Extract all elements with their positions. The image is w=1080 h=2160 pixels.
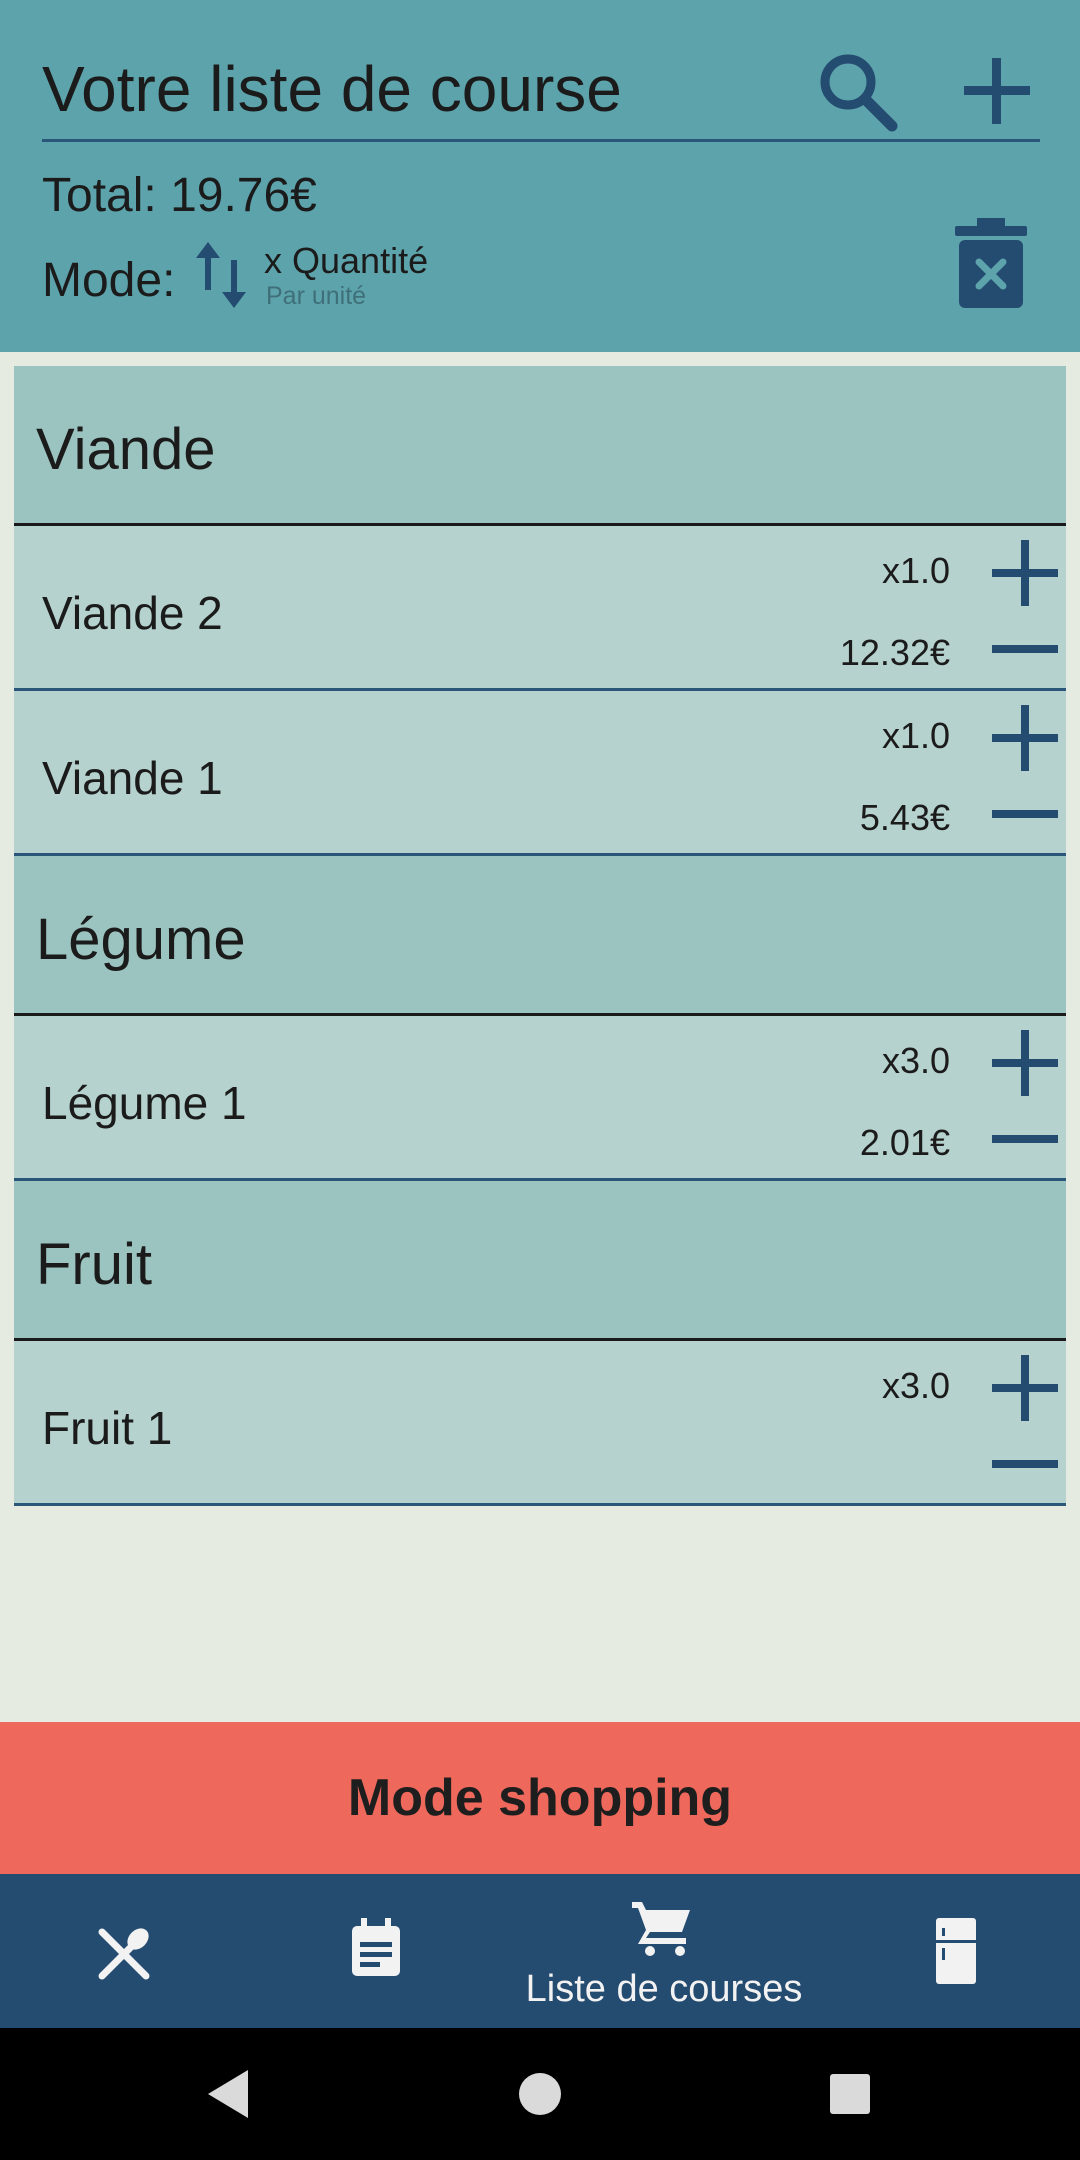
back-icon[interactable] <box>200 2064 260 2124</box>
item-price: 12.32€ <box>839 632 950 673</box>
minus-icon[interactable] <box>992 634 1058 664</box>
item-price: 5.43€ <box>859 797 950 838</box>
item-quantity: x3.0 <box>881 1365 950 1406</box>
minus-icon[interactable] <box>992 1124 1058 1154</box>
list-item[interactable]: Fruit 1 x3.0 <box>14 1341 1066 1506</box>
fridge-icon <box>936 1918 976 1984</box>
search-icon <box>820 54 898 132</box>
item-name: Fruit 1 <box>42 1402 173 1454</box>
nav-item-planning[interactable] <box>248 1874 504 2028</box>
item-name: Viande 1 <box>42 752 223 804</box>
item-name: Légume 1 <box>42 1077 247 1129</box>
plus-icon[interactable] <box>992 705 1058 771</box>
nav-item-shopping-list[interactable]: Liste de courses <box>504 1874 824 2028</box>
nav-item-recipes[interactable] <box>0 1874 248 2028</box>
mode-label: Mode: <box>42 254 176 307</box>
page-title: Votre liste de course <box>42 53 622 125</box>
list-item[interactable]: Viande 1 x1.0 5.43€ <box>14 691 1066 856</box>
plus-icon[interactable] <box>992 1030 1058 1096</box>
swap-vertical-icon <box>196 242 246 308</box>
mode-secondary-text: Par unité <box>266 282 367 310</box>
delete-list-button[interactable] <box>955 218 1027 308</box>
category-header[interactable]: Légume <box>14 856 1066 1016</box>
category-label: Légume <box>36 907 246 972</box>
item-quantity: x3.0 <box>881 1040 950 1081</box>
title-row: Votre liste de course <box>42 38 1040 142</box>
home-icon[interactable] <box>510 2064 570 2124</box>
plus-icon[interactable] <box>992 540 1058 606</box>
bottom-navigation: Liste de courses <box>0 1874 1080 2028</box>
mode-toggle[interactable]: x Quantité Par unité <box>196 238 476 318</box>
app-header: Votre liste de course Total: 19.76€ Mode… <box>0 0 1080 352</box>
item-name: Viande 2 <box>42 587 223 639</box>
recents-icon[interactable] <box>820 2064 880 2124</box>
shopping-list: Viande Viande 2 x1.0 12.32€ Viande 1 x1.… <box>14 366 1066 1506</box>
calendar-icon <box>352 1918 400 1976</box>
category-header[interactable]: Fruit <box>14 1181 1066 1341</box>
plus-icon <box>964 58 1030 124</box>
plus-icon[interactable] <box>992 1355 1058 1421</box>
minus-icon[interactable] <box>992 799 1058 829</box>
item-quantity: x1.0 <box>881 550 950 591</box>
total-amount: Total: 19.76€ <box>42 169 317 222</box>
search-button[interactable] <box>812 46 902 136</box>
category-header[interactable]: Viande <box>14 366 1066 526</box>
mode-shopping-button[interactable]: Mode shopping <box>0 1722 1080 1874</box>
category-label: Viande <box>36 417 216 482</box>
add-item-button[interactable] <box>952 46 1042 136</box>
cart-icon <box>632 1902 690 1956</box>
category-label: Fruit <box>36 1232 152 1297</box>
nav-item-fridge[interactable] <box>824 1874 1080 2028</box>
list-item[interactable]: Légume 1 x3.0 2.01€ <box>14 1016 1066 1181</box>
utensils-icon <box>98 1928 150 1980</box>
minus-icon[interactable] <box>992 1449 1058 1479</box>
trash-icon <box>955 218 1027 308</box>
nav-label: Liste de courses <box>525 1968 803 2010</box>
system-navigation-bar <box>0 2028 1080 2160</box>
item-price: 2.01€ <box>859 1122 950 1163</box>
item-quantity: x1.0 <box>881 715 950 756</box>
mode-primary-text: x Quantité <box>264 240 429 281</box>
list-item[interactable]: Viande 2 x1.0 12.32€ <box>14 526 1066 691</box>
